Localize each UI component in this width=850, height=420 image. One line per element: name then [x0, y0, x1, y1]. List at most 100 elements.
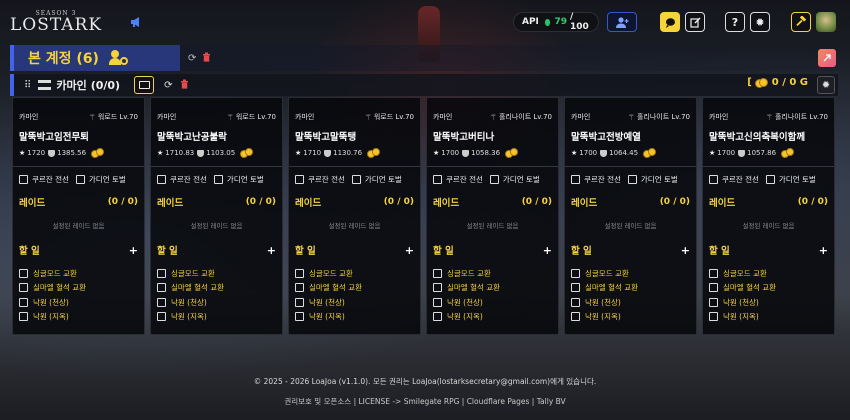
todo-checkbox[interactable]: [19, 283, 28, 293]
todo-checkbox[interactable]: [157, 283, 166, 293]
todo-checkbox[interactable]: [295, 283, 304, 293]
edit-button[interactable]: [685, 12, 705, 32]
character-card[interactable]: 카마인 ⚚ 홀리나이트 Lv.70 말뚝박고버티나 ★ 1700 1058.36…: [426, 97, 559, 335]
gold-coins-icon[interactable]: [505, 148, 519, 158]
kurzan-checkbox[interactable]: [19, 175, 28, 184]
kurzan-checkbox[interactable]: [709, 175, 718, 184]
todo-item[interactable]: 낙원 (천상): [19, 295, 138, 310]
todo-checkbox[interactable]: [157, 268, 166, 278]
character-card[interactable]: 카마인 ⚚ 워로드 Lv.70 말뚝박고말뚝탱 ★ 1710 1130.76 쿠…: [288, 97, 421, 335]
todo-item[interactable]: 싱글모드 교환: [157, 266, 276, 281]
account-settings-icon[interactable]: [108, 50, 128, 66]
sync-icon[interactable]: ⟳: [188, 53, 196, 64]
todo-checkbox[interactable]: [709, 297, 718, 307]
app-logo[interactable]: SEASON 3 LOSTARK: [10, 10, 101, 34]
megaphone-icon[interactable]: [130, 16, 142, 28]
avatar[interactable]: [816, 12, 836, 32]
raid-header[interactable]: 레이드 (0 / 0): [709, 195, 828, 209]
kurzan-checkbox[interactable]: [157, 175, 166, 184]
guardian-checkbox[interactable]: [351, 175, 361, 184]
todo-item[interactable]: 낙원 (지옥): [709, 310, 828, 325]
add-todo-button[interactable]: +: [267, 244, 276, 257]
todo-item[interactable]: 낙원 (천상): [709, 295, 828, 310]
raid-header[interactable]: 레이드 (0 / 0): [295, 195, 414, 209]
character-card-toggle-button[interactable]: [134, 76, 155, 94]
kurzan-checkbox[interactable]: [295, 175, 304, 184]
guardian-checkbox[interactable]: [765, 175, 775, 184]
add-todo-button[interactable]: +: [543, 244, 552, 257]
todo-checkbox[interactable]: [19, 312, 28, 322]
server-settings-button[interactable]: ✹: [817, 76, 835, 94]
kurzan-checkbox[interactable]: [433, 175, 442, 184]
todo-checkbox[interactable]: [157, 312, 166, 322]
todo-item[interactable]: 싱글모드 교환: [571, 266, 690, 281]
todo-item[interactable]: 낙원 (천상): [295, 295, 414, 310]
character-card[interactable]: 카마인 ⚚ 홀리나이트 Lv.70 말뚝박고전방예열 ★ 1700 1064.4…: [564, 97, 697, 335]
guardian-checkbox[interactable]: [213, 175, 223, 184]
kurzan-checkbox[interactable]: [571, 175, 580, 184]
server-trash-icon[interactable]: [180, 79, 189, 92]
gold-coins-icon[interactable]: [91, 148, 105, 158]
todo-item[interactable]: 낙원 (지옥): [157, 310, 276, 325]
todo-checkbox[interactable]: [709, 283, 718, 293]
todo-checkbox[interactable]: [571, 268, 580, 278]
todo-item[interactable]: 낙원 (천상): [571, 295, 690, 310]
tools-button[interactable]: [791, 12, 811, 32]
guardian-checkbox[interactable]: [75, 175, 85, 184]
footer-links[interactable]: 권리보호 및 오픈소스 | LICENSE -> Smilegate RPG |…: [0, 396, 850, 407]
todo-item[interactable]: 싱글모드 교환: [295, 266, 414, 281]
guardian-checkbox[interactable]: [489, 175, 499, 184]
todo-checkbox[interactable]: [157, 297, 166, 307]
guardian-checkbox[interactable]: [627, 175, 637, 184]
todo-checkbox[interactable]: [433, 268, 442, 278]
todo-checkbox[interactable]: [571, 312, 580, 322]
todo-item[interactable]: 싱글모드 교환: [433, 266, 552, 281]
todo-item[interactable]: 낙원 (지옥): [295, 310, 414, 325]
character-card[interactable]: 카마인 ⚚ 워로드 Lv.70 말뚝박고임전무퇴 ★ 1720 1385.56 …: [12, 97, 145, 335]
add-user-button[interactable]: [607, 12, 637, 32]
trash-icon[interactable]: [202, 52, 211, 65]
help-button[interactable]: ?: [725, 12, 745, 32]
todo-checkbox[interactable]: [295, 297, 304, 307]
todo-item[interactable]: 실마엘 혈석 교환: [709, 281, 828, 296]
todo-item[interactable]: 낙원 (천상): [157, 295, 276, 310]
todo-checkbox[interactable]: [295, 312, 304, 322]
todo-item[interactable]: 싱글모드 교환: [19, 266, 138, 281]
todo-checkbox[interactable]: [433, 283, 442, 293]
raid-header[interactable]: 레이드 (0 / 0): [433, 195, 552, 209]
gold-coins-icon[interactable]: [240, 148, 254, 158]
add-todo-button[interactable]: +: [405, 244, 414, 257]
todo-item[interactable]: 실마엘 혈석 교환: [157, 281, 276, 296]
todo-checkbox[interactable]: [571, 297, 580, 307]
todo-checkbox[interactable]: [433, 312, 442, 322]
todo-item[interactable]: 낙원 (천상): [433, 295, 552, 310]
server-sync-icon[interactable]: ⟳: [164, 80, 172, 91]
chat-button[interactable]: [660, 12, 680, 32]
todo-item[interactable]: 낙원 (지옥): [571, 310, 690, 325]
todo-item[interactable]: 실마엘 혈석 교환: [295, 281, 414, 296]
character-card[interactable]: 카마인 ⚚ 홀리나이트 Lv.70 말뚝박고신의축복이함께 ★ 1700 105…: [702, 97, 835, 335]
todo-checkbox[interactable]: [295, 268, 304, 278]
gold-coins-icon[interactable]: [781, 148, 795, 158]
todo-checkbox[interactable]: [709, 312, 718, 322]
raid-header[interactable]: 레이드 (0 / 0): [571, 195, 690, 209]
raid-header[interactable]: 레이드 (0 / 0): [157, 195, 276, 209]
add-todo-button[interactable]: +: [681, 244, 690, 257]
settings-button[interactable]: ✹: [750, 12, 770, 32]
todo-item[interactable]: 싱글모드 교환: [709, 266, 828, 281]
character-card[interactable]: 카마인 ⚚ 워로드 Lv.70 말뚝박고난공불락 ★ 1710.83 1103.…: [150, 97, 283, 335]
todo-item[interactable]: 낙원 (지옥): [433, 310, 552, 325]
todo-item[interactable]: 실마엘 혈석 교환: [433, 281, 552, 296]
raid-header[interactable]: 레이드 (0 / 0): [19, 195, 138, 209]
todo-item[interactable]: 실마엘 혈석 교환: [571, 281, 690, 296]
gold-coins-icon[interactable]: [367, 148, 381, 158]
todo-checkbox[interactable]: [433, 297, 442, 307]
todo-checkbox[interactable]: [571, 283, 580, 293]
drag-handle-icon[interactable]: ⠿: [24, 80, 31, 91]
todo-checkbox[interactable]: [19, 297, 28, 307]
todo-checkbox[interactable]: [19, 268, 28, 278]
todo-item[interactable]: 실마엘 혈석 교환: [19, 281, 138, 296]
account-action-button[interactable]: [818, 49, 836, 67]
add-todo-button[interactable]: +: [819, 244, 828, 257]
todo-item[interactable]: 낙원 (지옥): [19, 310, 138, 325]
